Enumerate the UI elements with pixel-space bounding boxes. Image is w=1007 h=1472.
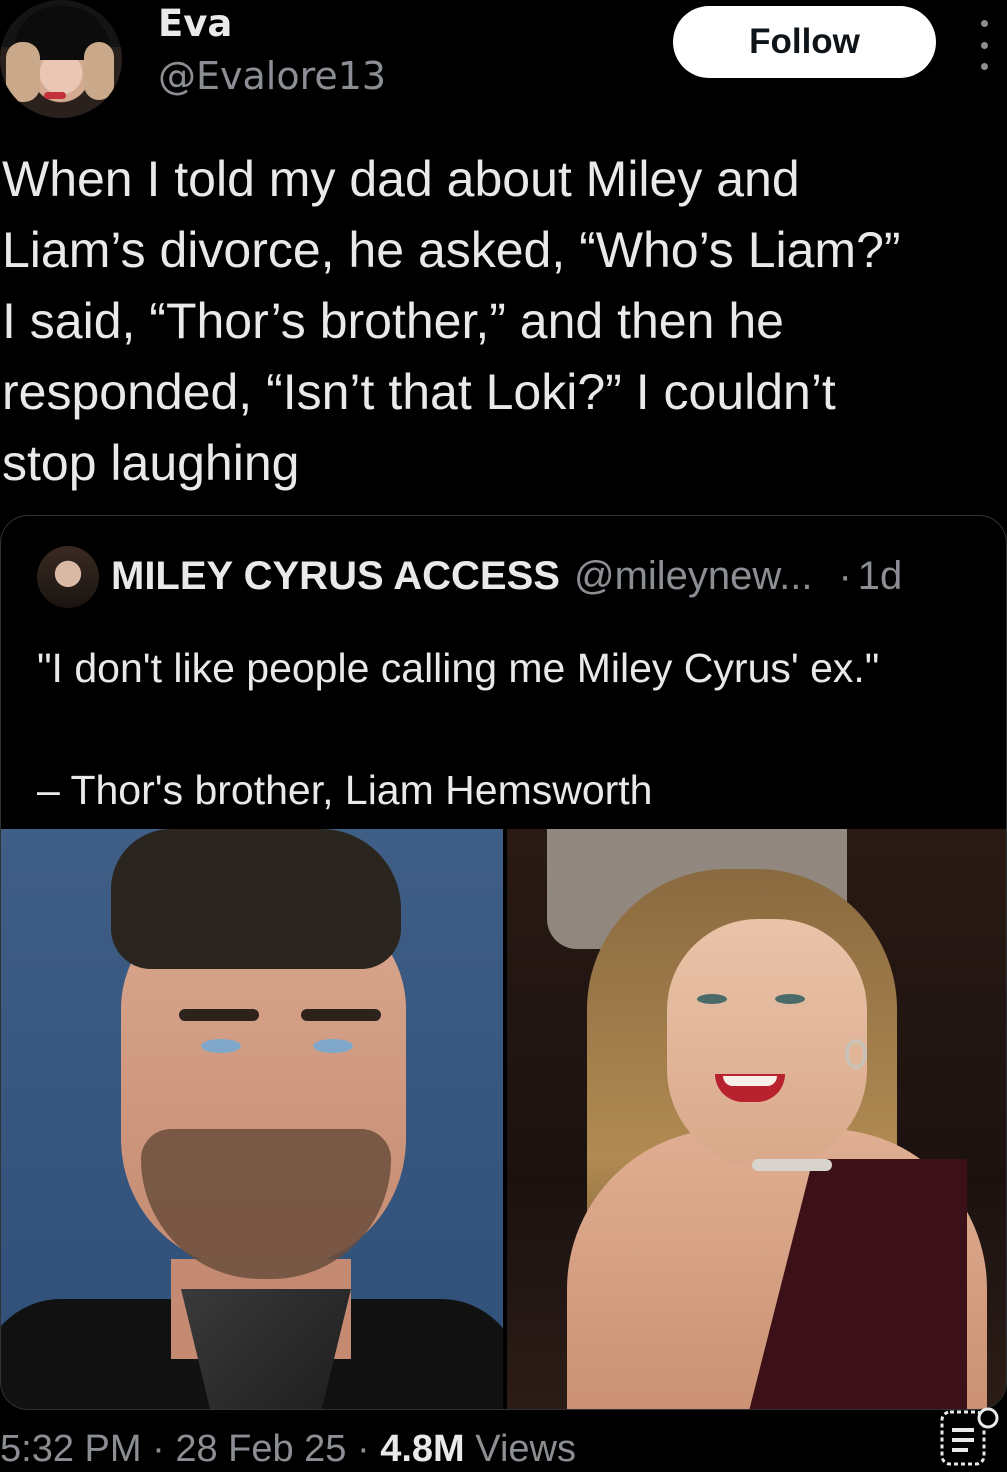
separator-dot: · bbox=[838, 554, 852, 598]
photo-eye bbox=[313, 1039, 353, 1053]
photo-beard bbox=[141, 1129, 391, 1279]
quoted-tweet-time[interactable]: 1d bbox=[858, 554, 903, 599]
author-handle[interactable]: @Evalore13 bbox=[158, 54, 386, 98]
quoted-author-avatar[interactable] bbox=[37, 546, 99, 608]
photo-eye bbox=[697, 994, 727, 1004]
separator-dot: · bbox=[357, 1428, 370, 1470]
avatar-lips bbox=[44, 92, 66, 99]
quoted-tweet-attribution: – Thor's brother, Liam Hemsworth bbox=[37, 767, 653, 813]
quoted-tweet-card[interactable]: MILEY CYRUS ACCESS @mileynew... · 1d "I … bbox=[0, 515, 1007, 1410]
tweet-date[interactable]: 28 Feb 25 bbox=[175, 1428, 346, 1470]
avatar-hair bbox=[6, 42, 40, 102]
separator-dot: · bbox=[152, 1428, 165, 1470]
analytics-icon[interactable] bbox=[938, 1404, 1000, 1468]
quoted-tweet-text: "I don't like people calling me Miley Cy… bbox=[37, 638, 987, 820]
avatar-hair bbox=[84, 42, 114, 100]
photo-brow bbox=[179, 1009, 259, 1021]
quoted-tweet-header: MILEY CYRUS ACCESS @mileynew... · 1d bbox=[111, 554, 976, 599]
photo-teeth bbox=[723, 1076, 777, 1086]
photo-earring bbox=[845, 1039, 867, 1069]
author-display-name[interactable]: Eva bbox=[158, 2, 232, 45]
more-vertical-icon[interactable] bbox=[972, 20, 996, 70]
photo-eye bbox=[201, 1039, 241, 1053]
quoted-author-name[interactable]: MILEY CYRUS ACCESS bbox=[111, 554, 560, 599]
tweet-meta: 5:32 PM · 28 Feb 25 · 4.8M Views bbox=[0, 1428, 576, 1471]
quoted-tweet-line: "I don't like people calling me Miley Cy… bbox=[37, 645, 880, 691]
views-count: 4.8M bbox=[380, 1428, 465, 1470]
photo-brow bbox=[301, 1009, 381, 1021]
media-photo-liam[interactable] bbox=[1, 829, 503, 1409]
tweet-text: When I told my dad about Miley and Liam’… bbox=[2, 151, 901, 491]
follow-button[interactable]: Follow bbox=[673, 6, 936, 78]
views-label: Views bbox=[475, 1428, 576, 1470]
tweet-time[interactable]: 5:32 PM bbox=[0, 1428, 142, 1470]
quoted-author-handle[interactable]: @mileynew... bbox=[574, 554, 812, 599]
tweet-page: Eva @Evalore13 Follow When I told my dad… bbox=[0, 0, 1007, 1472]
photo-eye bbox=[775, 994, 805, 1004]
photo-choker bbox=[752, 1159, 832, 1171]
photo-shirt bbox=[181, 1289, 351, 1409]
photo-face bbox=[667, 919, 867, 1169]
media-photo-miley[interactable] bbox=[507, 829, 1006, 1409]
author-avatar[interactable] bbox=[0, 0, 122, 118]
photo-hair bbox=[111, 829, 401, 969]
